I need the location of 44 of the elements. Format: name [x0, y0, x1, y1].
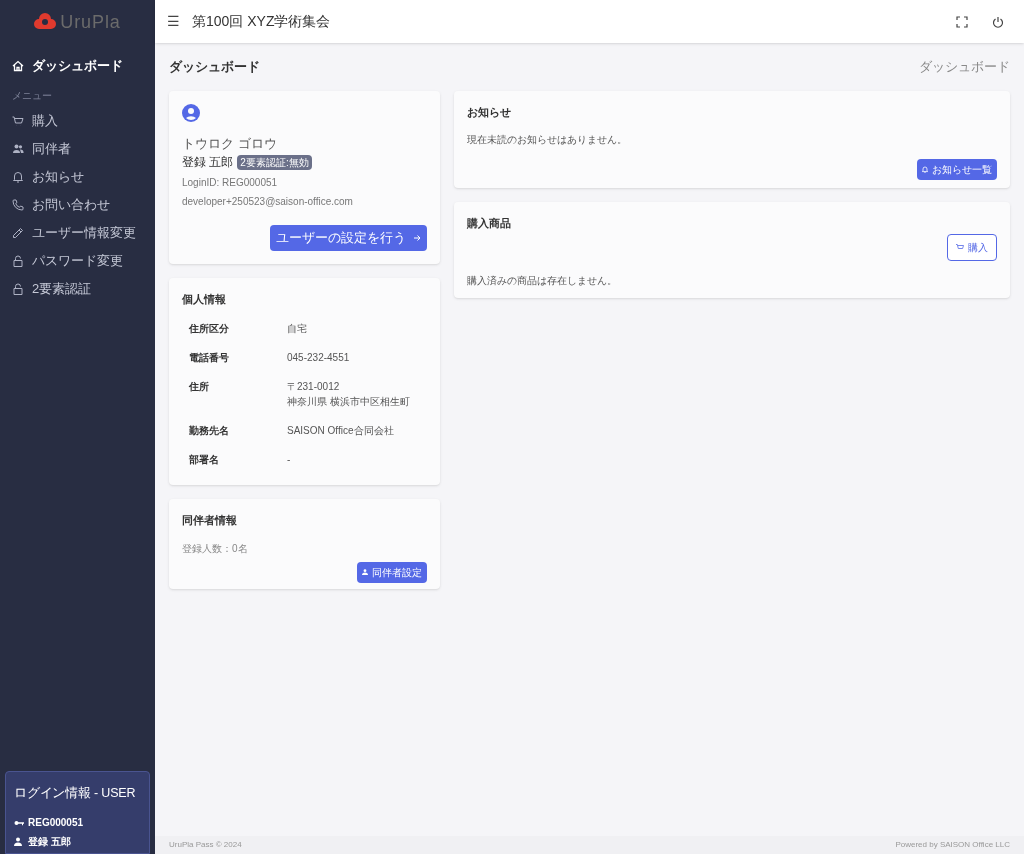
sidebar-item[interactable]: パスワード変更	[0, 247, 155, 275]
field-value: SAISON Office合同会社	[287, 424, 394, 438]
field-value: 自宅	[287, 322, 307, 336]
notice-list-button[interactable]: お知らせ一覧	[917, 159, 997, 180]
field-label: 部署名	[189, 453, 220, 467]
logo-text: UruPla	[60, 10, 121, 34]
field-value: 〒231-0012 神奈川県 横浜市中区相生町	[287, 380, 410, 409]
menu-button[interactable]: ☰	[167, 11, 180, 32]
field-label: 勤務先名	[189, 424, 230, 438]
field-label: 住所区分	[189, 322, 230, 336]
sidebar-item[interactable]: 同伴者	[0, 135, 155, 163]
menu-section-title: メニュー	[11, 89, 53, 103]
sidebar-item[interactable]: お知らせ	[0, 163, 155, 191]
event-title: 第100回 XYZ学術集会	[192, 12, 331, 31]
field-value: -	[287, 453, 291, 467]
purchase-button[interactable]: 購入	[947, 233, 997, 261]
two-factor-status-badge: 2要素認証:無効	[237, 154, 312, 170]
powered-by-text: Powered by SAISON Office LLC	[895, 839, 1010, 851]
sidebar-item[interactable]: 購入	[0, 107, 155, 135]
card-title: 同伴者情報	[182, 513, 238, 528]
login-id-text: REG000051	[28, 816, 84, 830]
field-label: 住所	[189, 380, 210, 394]
card-title: お知らせ	[467, 104, 512, 120]
companion-settings-button[interactable]: 同伴者設定	[357, 561, 427, 583]
login-info-title: ログイン情報 - USER	[14, 785, 137, 803]
sidebar-item[interactable]: ユーザー情報変更	[0, 219, 155, 247]
email-text: developer+250523@saison-office.com	[182, 195, 354, 209]
user-name: 登録 五郎	[182, 154, 234, 171]
login-id-text: LoginID: REG000051	[182, 176, 279, 190]
page-title: ダッシュボード	[169, 58, 260, 76]
field-label: 電話番号	[189, 351, 230, 365]
login-name-text: 登録 五郎	[28, 835, 71, 849]
name-kana: トウロク ゴロウ	[182, 134, 278, 153]
card-title: 個人情報	[182, 291, 227, 307]
sidebar-item[interactable]: 2要素認証	[0, 275, 155, 303]
card-title: 購入商品	[467, 216, 512, 231]
purchase-message: 購入済みの商品は存在しません。	[467, 273, 618, 288]
copyright-text: UruPla Pass © 2024	[169, 839, 242, 851]
user-settings-button[interactable]: ユーザーの設定を行う	[270, 225, 427, 251]
field-value: 045-232-4551	[287, 351, 350, 365]
notice-message: 現在未読のお知らせはありません。	[467, 133, 628, 147]
sidebar-item[interactable]: お問い合わせ	[0, 191, 155, 219]
sidebar-item[interactable]: ダッシュボード	[0, 52, 155, 80]
companion-count-text: 登録人数：0名	[182, 541, 249, 556]
